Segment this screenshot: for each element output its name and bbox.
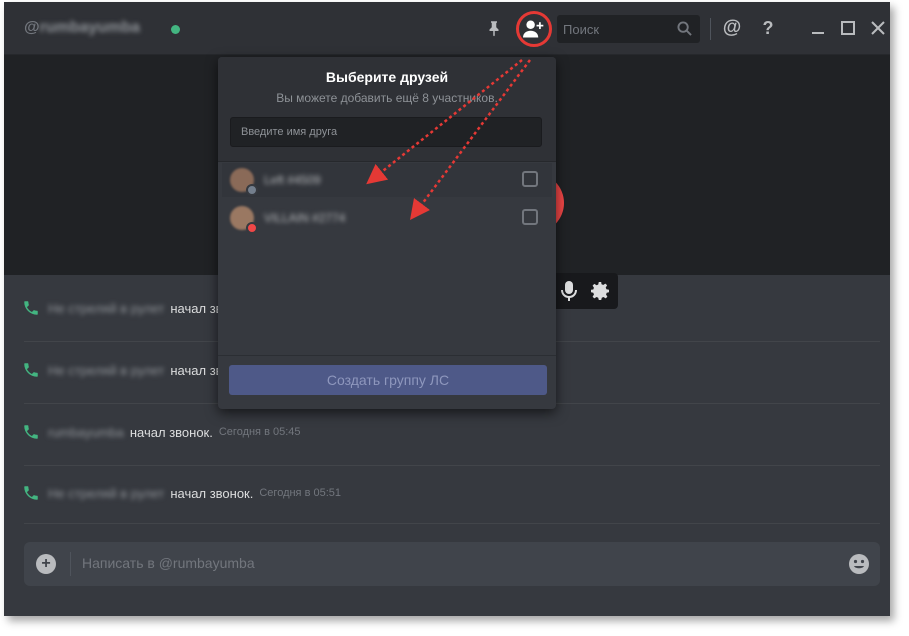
- add-friend-icon[interactable]: [516, 11, 552, 47]
- message-divider: [24, 465, 880, 466]
- maximize-icon[interactable]: [836, 16, 860, 40]
- at-symbol: @: [24, 19, 40, 36]
- message-text: начал звонок.: [170, 485, 254, 501]
- gear-icon[interactable]: [588, 279, 612, 308]
- microphone-icon[interactable]: [558, 279, 580, 308]
- popup-title: Выберите друзей: [325, 69, 449, 85]
- friend-name: Left #4509: [264, 173, 321, 187]
- title-bar: @rumbayumba Поиск @ ?: [4, 2, 890, 55]
- friend-row[interactable]: Left #4509: [222, 163, 552, 197]
- friend-checkbox[interactable]: [522, 209, 538, 225]
- status-dot: [246, 184, 258, 196]
- call-controls: [552, 273, 618, 309]
- friend-name: VILLAIN #2774: [264, 211, 346, 225]
- search-box[interactable]: Поиск: [557, 15, 700, 43]
- phone-icon: [22, 361, 40, 379]
- minimize-icon[interactable]: [806, 16, 830, 40]
- online-status-dot: [171, 25, 180, 34]
- composer-divider: [70, 552, 71, 576]
- message-author: Не стреляй в рулет: [48, 300, 165, 316]
- friend-search-field[interactable]: Введите имя друга: [230, 117, 542, 147]
- status-dot: [246, 222, 258, 234]
- message-composer[interactable]: + Написать в @rumbayumba: [24, 542, 880, 586]
- toolbar-divider: [710, 18, 711, 40]
- phone-icon: [22, 299, 40, 317]
- list-item: rumbayumba начал звонок. Сегодня в 05:45: [22, 423, 301, 441]
- emoji-icon[interactable]: [848, 553, 870, 575]
- help-icon[interactable]: ?: [756, 16, 780, 40]
- phone-icon: [22, 484, 40, 502]
- message-timestamp: Сегодня в 05:45: [218, 426, 301, 438]
- dm-title: @rumbayumba: [24, 19, 140, 37]
- message-author: rumbayumba: [48, 424, 124, 440]
- search-icon: [677, 21, 692, 41]
- message-author: Не стреляй в рулет: [48, 362, 165, 378]
- message-text: начал звонок.: [129, 424, 213, 440]
- popup-subtitle: Вы можете добавить ещё 8 участников.: [276, 91, 498, 105]
- close-icon[interactable]: [866, 16, 890, 40]
- discord-window: @rumbayumba Поиск @ ? Не стреляй в рулет…: [4, 2, 890, 616]
- friend-picker-popup: Выберите друзей Вы можете добавить ещё 8…: [218, 57, 556, 409]
- friend-row[interactable]: VILLAIN #2774: [222, 201, 552, 235]
- message-timestamp: Сегодня в 05:51: [259, 487, 341, 499]
- create-group-button[interactable]: Создать группу ЛС: [229, 365, 547, 395]
- mentions-icon[interactable]: @: [720, 16, 744, 40]
- friend-search-placeholder[interactable]: Введите имя друга: [241, 126, 337, 138]
- popup-footer-divider: [218, 355, 556, 356]
- list-item: Не стреляй в рулет начал звонок. Сегодня…: [22, 484, 341, 502]
- popup-header: Выберите друзей Вы можете добавить ещё 8…: [218, 57, 556, 162]
- message-author: Не стреляй в рулет: [48, 485, 165, 501]
- friend-checkbox[interactable]: [522, 171, 538, 187]
- search-input[interactable]: Поиск: [563, 22, 599, 37]
- pin-icon[interactable]: [482, 16, 506, 40]
- plus-icon[interactable]: +: [36, 554, 56, 574]
- message-input[interactable]: Написать в @rumbayumba: [82, 555, 255, 571]
- dm-username: rumbayumba: [39, 19, 141, 36]
- message-divider: [24, 523, 880, 524]
- phone-icon: [22, 423, 40, 441]
